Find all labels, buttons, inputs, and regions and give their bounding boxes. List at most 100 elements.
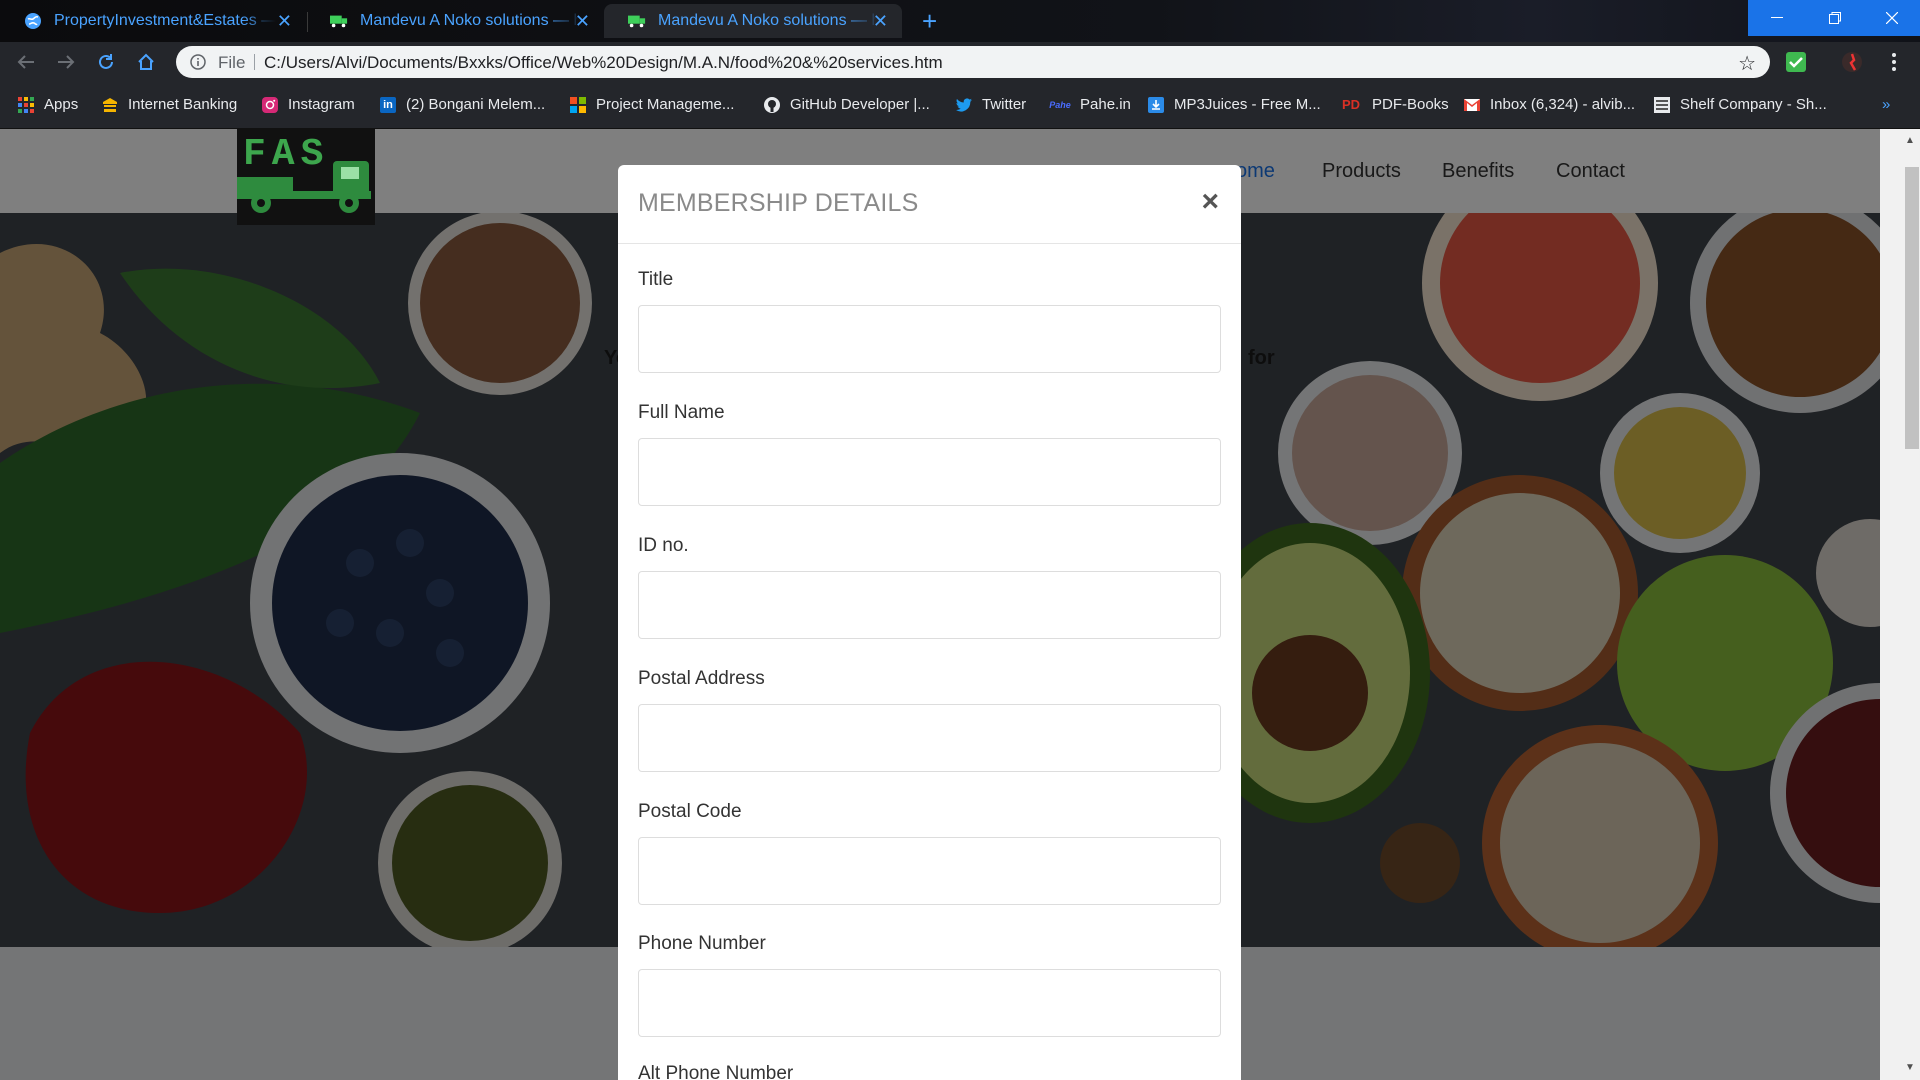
restore-icon[interactable] <box>1806 0 1864 36</box>
back-arrow-icon[interactable] <box>14 50 38 74</box>
field-label: ID no. <box>638 535 689 556</box>
globe-icon <box>24 12 42 30</box>
phone-number-input[interactable] <box>638 969 1221 1037</box>
postal-address-input[interactable] <box>638 704 1221 772</box>
form-group-postal-code: Postal Code <box>638 801 1221 905</box>
new-tab-plus-icon[interactable]: + <box>922 8 937 34</box>
page-scrollbar[interactable]: ▲ ▼ <box>1880 129 1920 1080</box>
pahe-icon: Pahe <box>1049 99 1071 110</box>
truck-favicon-icon <box>628 12 646 30</box>
scroll-down-arrow-icon[interactable]: ▼ <box>1905 1062 1915 1073</box>
form-group-alt-phone-number: Alt Phone Number <box>638 1063 1221 1080</box>
bookmark-label: (2) Bongani Melem... <box>406 96 546 113</box>
field-label: Title <box>638 269 674 290</box>
instagram-icon <box>262 96 278 113</box>
modal-close-icon[interactable]: × <box>1201 187 1219 217</box>
download-icon <box>1148 96 1164 113</box>
bookmark-apps[interactable]: Apps <box>18 96 78 113</box>
pdf-icon: PD <box>1341 97 1361 112</box>
reload-icon[interactable] <box>94 50 118 74</box>
tab-close-icon[interactable]: ✕ <box>873 12 888 30</box>
bookmark-mp3juices[interactable]: MP3Juices - Free M... <box>1148 96 1321 113</box>
browser-toolbar: File C:/Users/Alvi/Documents/Bxxks/Offic… <box>0 42 1920 82</box>
bookmark-pdf-books[interactable]: PD PDF-Books <box>1340 96 1449 113</box>
bookmark-label: GitHub Developer |... <box>790 96 930 113</box>
address-bar[interactable]: File C:/Users/Alvi/Documents/Bxxks/Offic… <box>176 46 1770 78</box>
form-group-id-no: ID no. <box>638 535 1221 639</box>
bookmark-label: Instagram <box>288 96 355 113</box>
bookmarks-overflow-button[interactable]: » <box>1882 96 1890 113</box>
id-number-input[interactable] <box>638 571 1221 639</box>
page-viewport: FAS ome Products Benefits Contact <box>0 129 1920 1080</box>
tab-title: PropertyInvestment&Estates — ht <box>54 12 276 29</box>
site-logo[interactable]: FAS <box>237 129 375 225</box>
field-label: Alt Phone Number <box>638 1063 794 1080</box>
modal-header: MEMBERSHIP DETAILS × <box>618 165 1241 244</box>
membership-modal: MEMBERSHIP DETAILS × Title Full Name ID … <box>618 165 1241 1080</box>
form-group-postal-address: Postal Address <box>638 668 1221 772</box>
form-group-full-name: Full Name <box>638 402 1221 506</box>
minimize-icon[interactable] <box>1748 0 1806 36</box>
browser-tab-strip: PropertyInvestment&Estates — ht ✕ Mandev… <box>0 0 1920 42</box>
kebab-menu-icon[interactable] <box>1882 50 1906 74</box>
field-label: Postal Code <box>638 801 742 822</box>
shelf-icon <box>1654 96 1670 113</box>
url-text[interactable]: C:/Users/Alvi/Documents/Bxxks/Office/Web… <box>264 53 943 73</box>
tab-close-icon[interactable]: ✕ <box>575 12 590 30</box>
modal-title: MEMBERSHIP DETAILS <box>638 189 919 217</box>
twitter-icon <box>956 97 972 113</box>
field-label: Phone Number <box>638 933 766 954</box>
github-icon <box>764 96 780 113</box>
bookmark-label: Internet Banking <box>128 96 238 113</box>
scrollbar-thumb[interactable] <box>1905 167 1919 449</box>
title-input[interactable] <box>638 305 1221 373</box>
close-window-icon[interactable] <box>1864 0 1920 36</box>
bookmark-label: Project Manageme... <box>596 96 735 113</box>
tab-close-icon[interactable]: ✕ <box>277 12 292 30</box>
browser-tab[interactable]: Mandevu A Noko solutions — ht ✕ <box>306 4 604 38</box>
bookmark-label: Twitter <box>982 96 1027 113</box>
bookmark-twitter[interactable]: Twitter <box>956 96 1026 113</box>
field-label: Full Name <box>638 402 725 423</box>
gmail-icon <box>1464 97 1480 113</box>
truck-logo-icon <box>237 161 371 213</box>
form-group-phone-number: Phone Number <box>638 933 1221 1037</box>
apps-grid-icon <box>18 96 34 113</box>
bookmark-project-management[interactable]: Project Manageme... <box>570 96 734 113</box>
forward-arrow-icon[interactable] <box>54 50 78 74</box>
bookmark-label: PDF-Books <box>1372 96 1449 113</box>
bookmarks-bar: Apps Internet Banking Instagram in (2) B… <box>0 82 1920 129</box>
linkedin-icon: in <box>380 96 396 113</box>
bookmark-linkedin[interactable]: in (2) Bongani Melem... <box>380 96 545 113</box>
address-divider <box>254 54 255 70</box>
extension-shield-icon[interactable] <box>1784 50 1808 74</box>
bookmark-gmail-inbox[interactable]: Inbox (6,324) - alvib... <box>1464 96 1635 113</box>
scroll-up-arrow-icon[interactable]: ▲ <box>1905 135 1915 146</box>
bookmark-instagram[interactable]: Instagram <box>262 96 355 113</box>
bookmark-label: Pahe.in <box>1080 96 1131 113</box>
truck-favicon-icon <box>330 12 348 30</box>
bookmark-label: Apps <box>44 96 79 113</box>
bookmark-pahe[interactable]: Pahe Pahe.in <box>1049 96 1131 113</box>
bookmark-label: Shelf Company - Sh... <box>1680 96 1827 113</box>
profile-avatar-icon[interactable] <box>1840 50 1864 74</box>
bookmark-star-icon[interactable]: ☆ <box>1738 51 1756 76</box>
tab-title: Mandevu A Noko solutions — ht <box>360 12 582 29</box>
tab-title: Mandevu A Noko solutions — ht <box>658 12 880 29</box>
field-label: Postal Address <box>638 668 765 689</box>
info-icon[interactable] <box>190 54 206 75</box>
browser-tab-active[interactable]: Mandevu A Noko solutions — ht ✕ <box>604 4 902 38</box>
bookmark-shelf-company[interactable]: Shelf Company - Sh... <box>1654 96 1827 113</box>
bank-icon <box>102 97 118 113</box>
bookmark-label: MP3Juices - Free M... <box>1174 96 1321 113</box>
form-group-title: Title <box>638 269 1221 373</box>
postal-code-input[interactable] <box>638 837 1221 905</box>
bookmark-internet-banking[interactable]: Internet Banking <box>102 96 237 113</box>
microsoft-icon <box>570 96 586 113</box>
full-name-input[interactable] <box>638 438 1221 506</box>
browser-tab[interactable]: PropertyInvestment&Estates — ht ✕ <box>0 4 306 38</box>
bookmark-label: Inbox (6,324) - alvib... <box>1490 96 1636 113</box>
scheme-label: File <box>218 53 246 72</box>
home-icon[interactable] <box>134 50 158 74</box>
bookmark-github[interactable]: GitHub Developer |... <box>764 96 930 113</box>
